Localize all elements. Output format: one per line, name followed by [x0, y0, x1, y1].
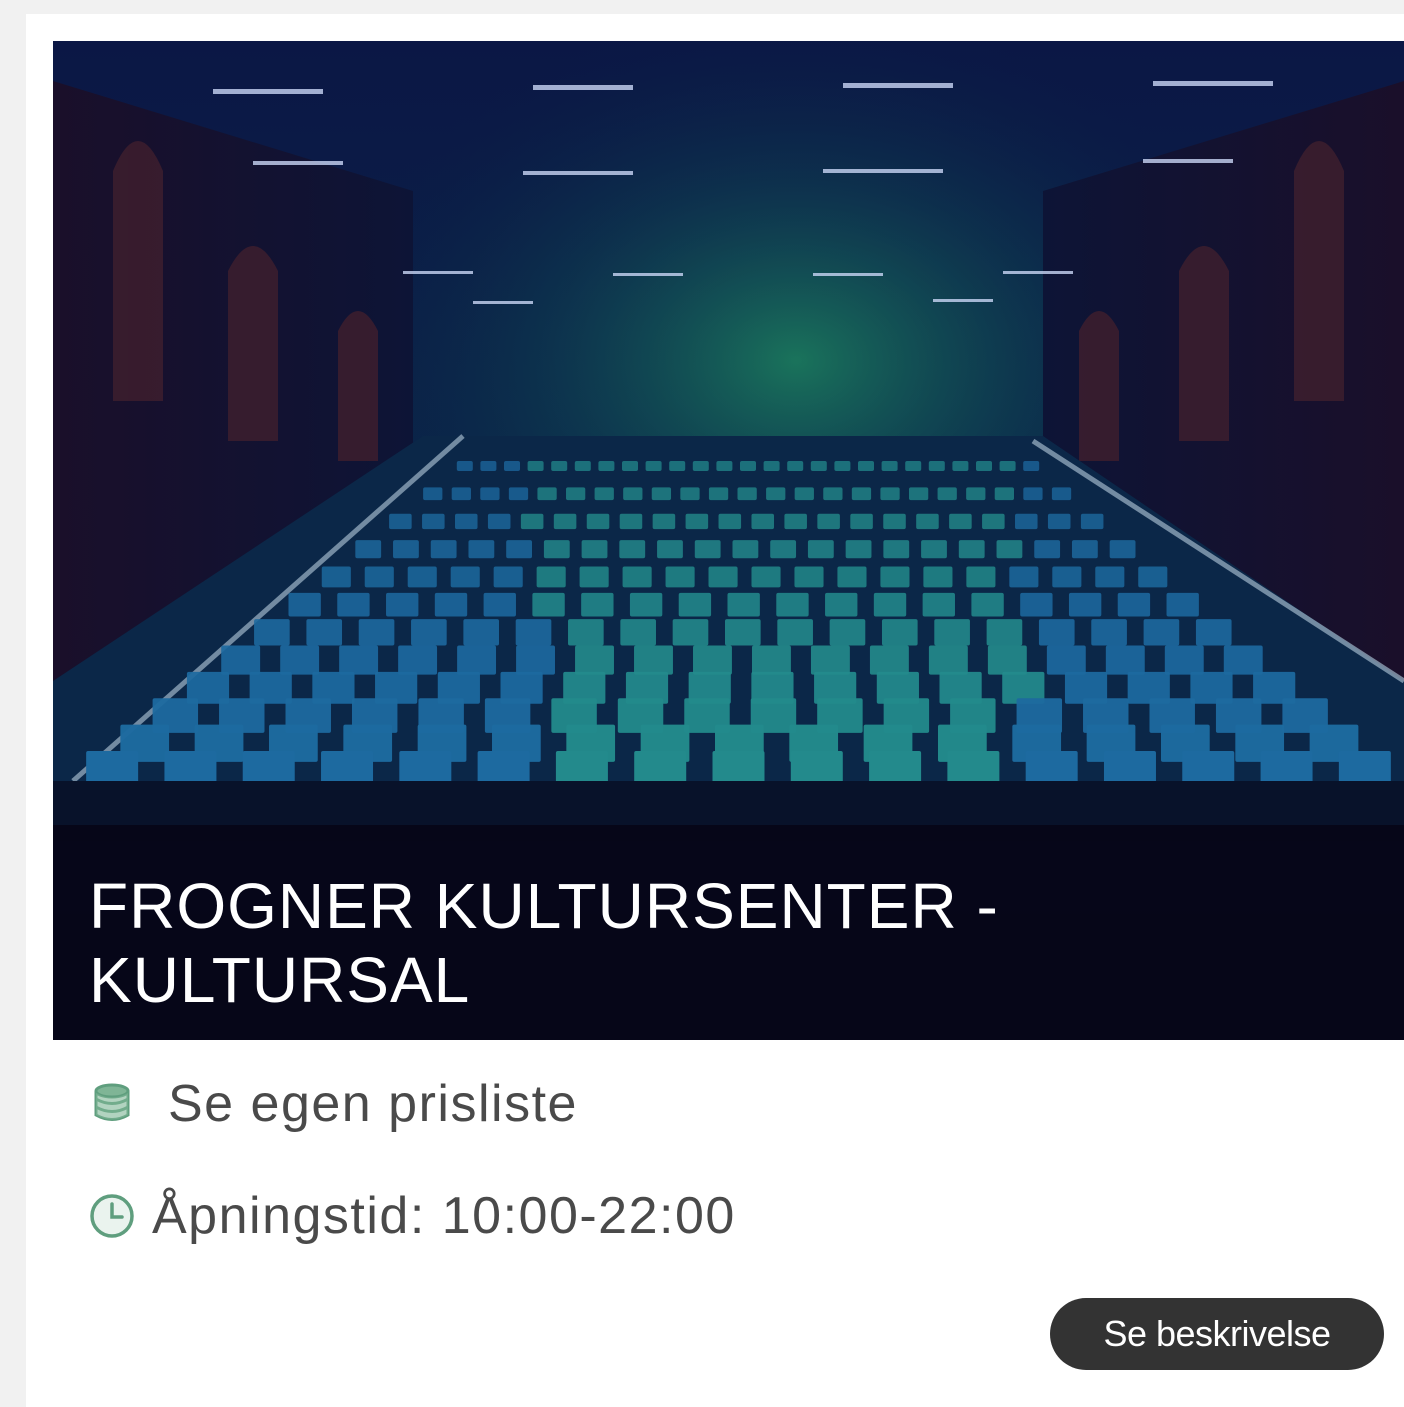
- price-info: Se egen prisliste: [88, 1074, 578, 1134]
- venue-photo[interactable]: FROGNER KULTURSENTER - KULTURSAL: [53, 41, 1404, 1040]
- venue-title-line2: KULTURSAL: [89, 944, 471, 1016]
- price-text: Se egen prisliste: [168, 1075, 578, 1133]
- opening-hours: Åpningstid: 10:00-22:00: [88, 1186, 736, 1246]
- hours-text: Åpningstid: 10:00-22:00: [152, 1187, 736, 1245]
- venue-card: FROGNER KULTURSENTER - KULTURSAL Se egen…: [26, 14, 1404, 1407]
- venue-title-line1: FROGNER KULTURSENTER -: [89, 870, 999, 942]
- see-description-button[interactable]: Se beskrivelse: [1050, 1298, 1384, 1370]
- venue-title: FROGNER KULTURSENTER - KULTURSAL: [89, 869, 1089, 1017]
- coins-stack-icon: [88, 1080, 136, 1128]
- clock-icon: [88, 1192, 136, 1240]
